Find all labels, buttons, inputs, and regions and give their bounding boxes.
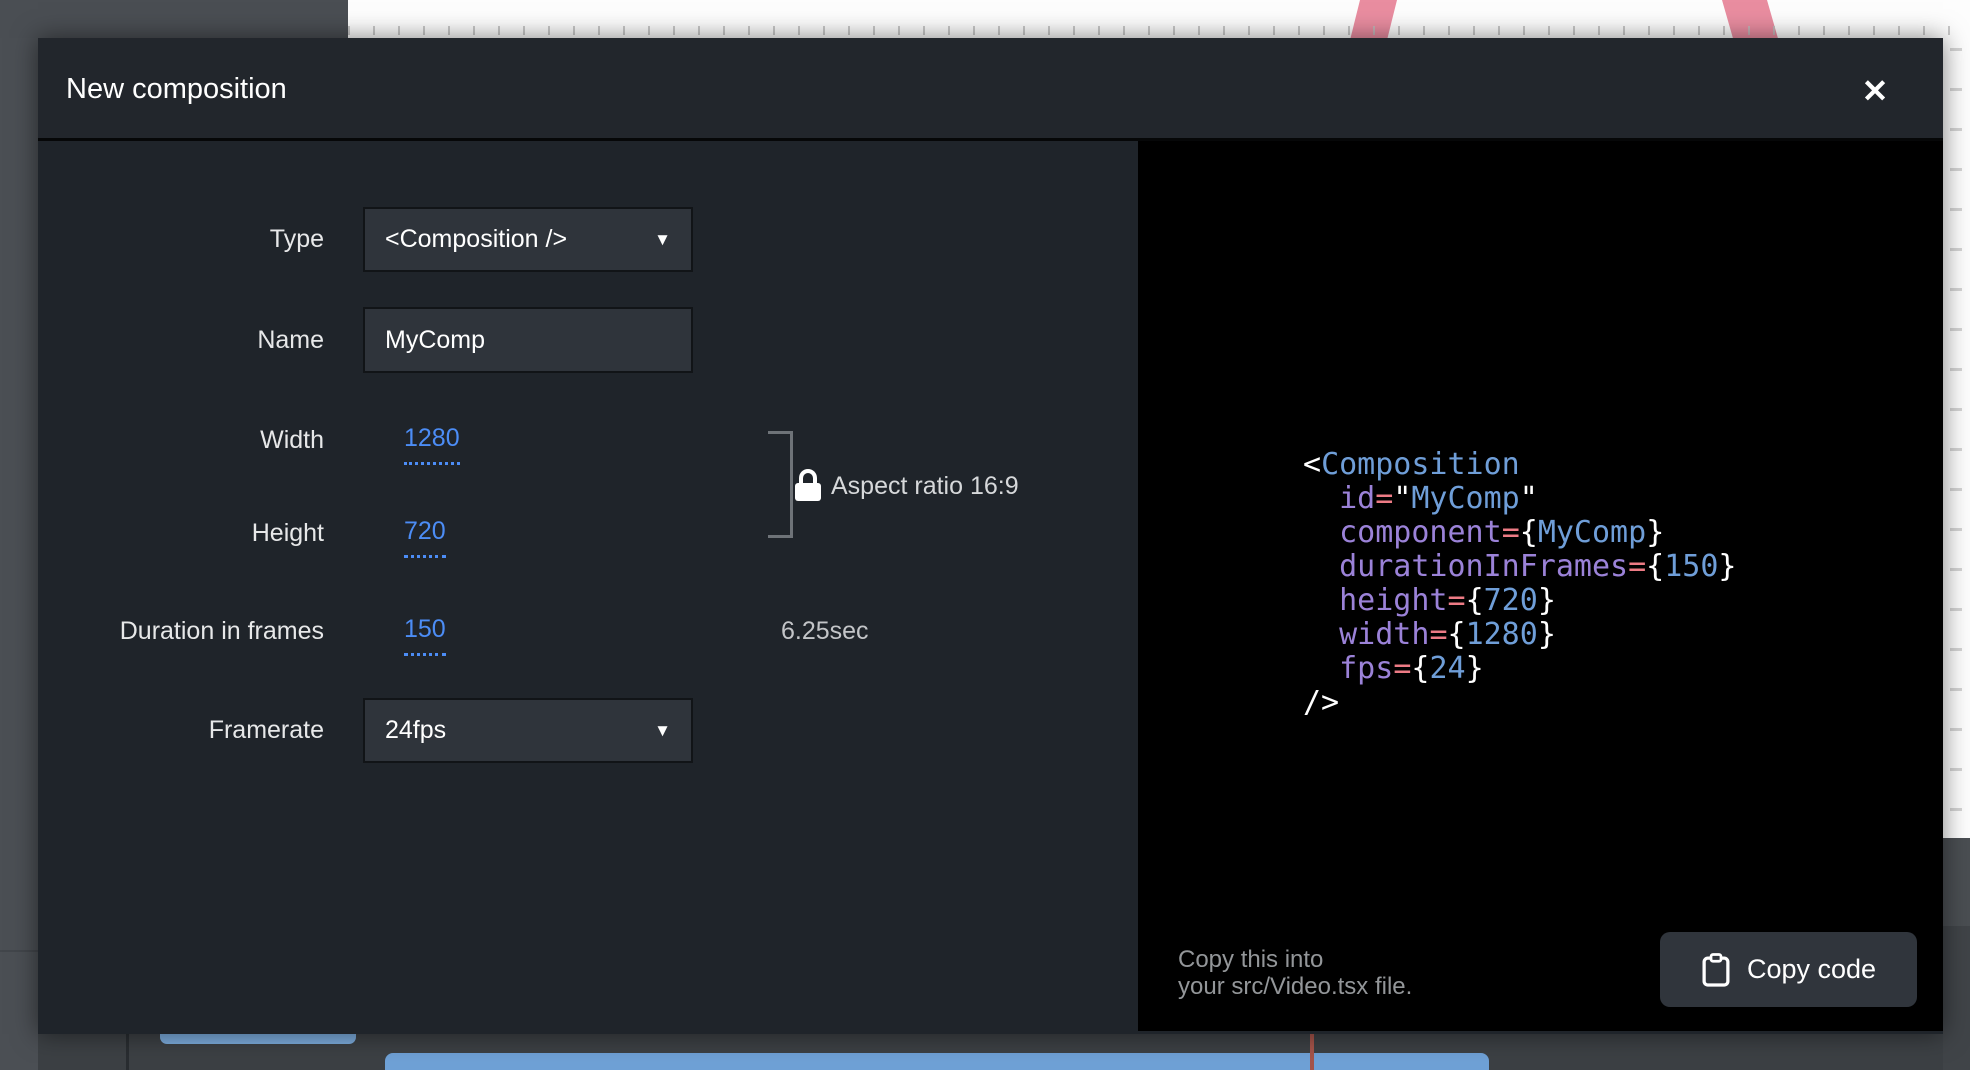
duration-seconds-readout: 6.25sec	[781, 617, 869, 646]
background-preview-canvas	[348, 0, 1970, 38]
close-icon[interactable]: ✕	[1855, 71, 1895, 111]
duration-label: Duration in frames	[58, 617, 324, 646]
name-label: Name	[58, 326, 324, 355]
width-label: Width	[58, 426, 324, 455]
background-ruler-ticks	[348, 26, 1970, 35]
background-playhead-line	[1310, 1034, 1314, 1070]
chevron-down-icon: ▼	[654, 209, 671, 270]
copy-code-button[interactable]: Copy code	[1660, 932, 1917, 1007]
aspect-bracket-top	[768, 431, 792, 434]
background-timeline-track	[385, 1053, 1489, 1070]
background-toolbar-block	[0, 0, 348, 38]
width-value[interactable]: 1280	[404, 424, 460, 465]
background-timeline-divider	[126, 1034, 129, 1070]
type-dropdown-value: <Composition />	[385, 225, 567, 253]
background-left-panel	[0, 38, 38, 1070]
background-render-button-edge	[160, 1034, 356, 1044]
copy-hint-text: Copy this into your src/Video.tsx file.	[1178, 946, 1412, 1000]
lock-icon[interactable]	[795, 469, 821, 501]
aspect-bracket	[790, 431, 793, 538]
duration-value[interactable]: 150	[404, 615, 446, 656]
code-block: <Composition id="MyComp" component={MyCo…	[1303, 448, 1736, 720]
height-label: Height	[58, 519, 324, 548]
aspect-bracket-bottom	[768, 535, 792, 538]
dialog-title: New composition	[66, 38, 287, 141]
type-dropdown[interactable]: <Composition /> ▼	[363, 207, 693, 272]
background-right-panel	[1943, 838, 1970, 926]
code-preview-panel: <Composition id="MyComp" component={MyCo…	[1138, 141, 1943, 1031]
name-input[interactable]	[363, 307, 693, 373]
framerate-dropdown-value: 24fps	[385, 716, 446, 744]
composition-form: Type <Composition /> ▼ Name Width 1280 H…	[38, 141, 1138, 1031]
chevron-down-icon: ▼	[654, 700, 671, 761]
height-value[interactable]: 720	[404, 517, 446, 558]
copy-hint-line2: your src/Video.tsx file.	[1178, 973, 1412, 1000]
background-right-panel-lower	[1943, 926, 1970, 1070]
type-label: Type	[58, 225, 324, 254]
dialog-header: New composition ✕	[38, 38, 1943, 141]
framerate-label: Framerate	[58, 716, 324, 745]
framerate-dropdown[interactable]: 24fps ▼	[363, 698, 693, 763]
new-composition-dialog: New composition ✕ Type <Composition /> ▼…	[38, 38, 1943, 1034]
copy-hint-line1: Copy this into	[1178, 946, 1412, 973]
clipboard-icon	[1701, 952, 1731, 988]
copy-code-label: Copy code	[1747, 954, 1876, 985]
aspect-ratio-label: Aspect ratio 16:9	[831, 472, 1019, 501]
background-right-ruler	[1943, 38, 1970, 838]
